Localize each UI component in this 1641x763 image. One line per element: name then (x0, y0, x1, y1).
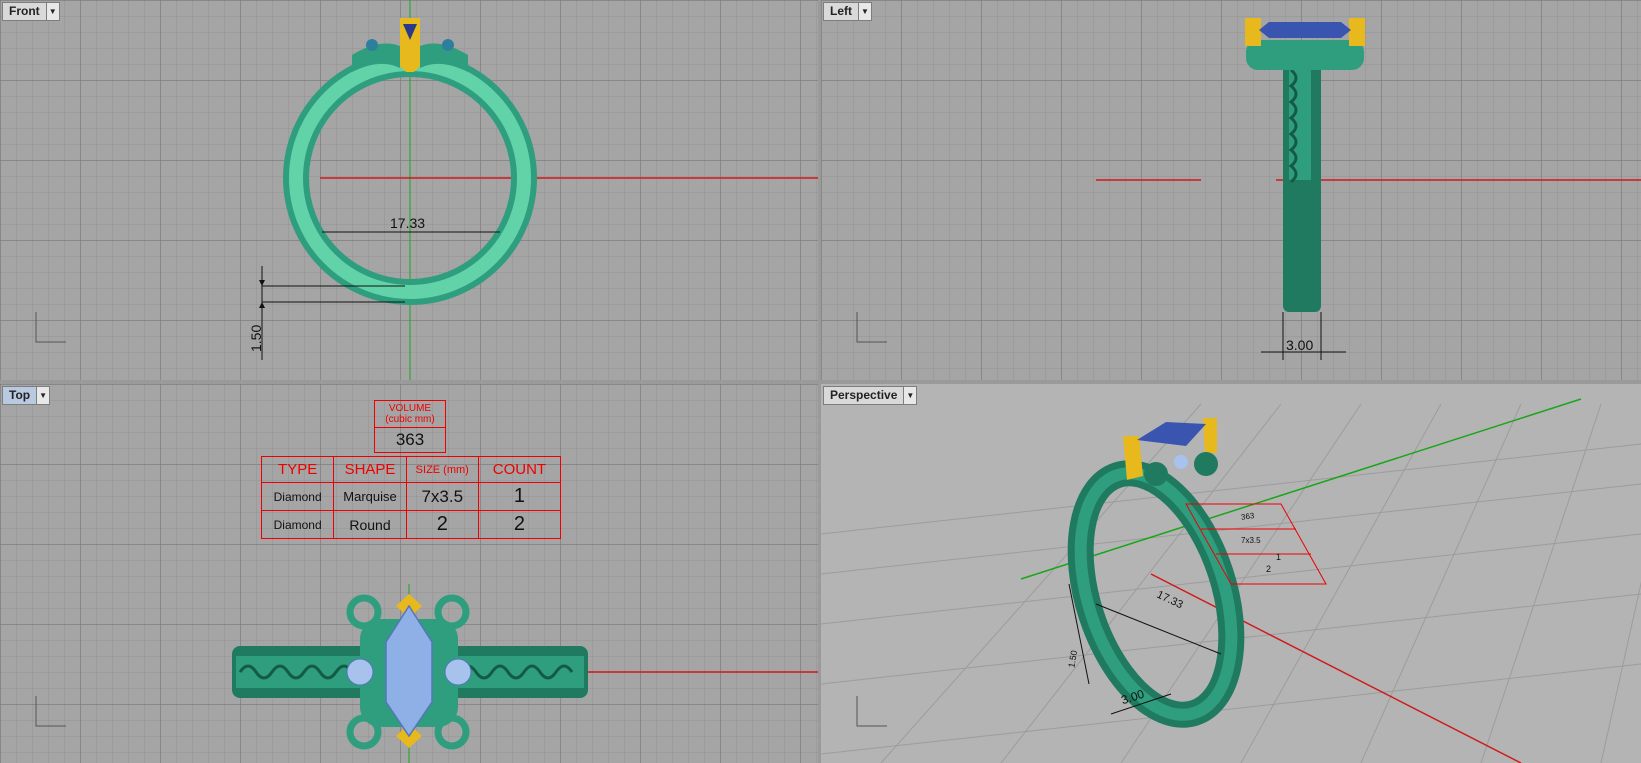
table-row: Diamond Marquise 7x3.5 1 (260, 482, 562, 511)
cell-count: 1 (477, 482, 562, 511)
cplane-axes-icon (856, 312, 887, 343)
viewport-title: Left (830, 4, 852, 18)
round-stone-right (444, 658, 472, 686)
scroll-right (1194, 452, 1218, 476)
header-size: SIZE (mm) (405, 456, 479, 483)
cell-size: 2 (405, 510, 479, 539)
cplane-axes-icon (856, 696, 887, 727)
side-stone-left (366, 39, 378, 51)
marquise-stone (1137, 422, 1206, 446)
header-count: COUNT (477, 456, 562, 483)
header-shape: SHAPE (333, 456, 407, 483)
dim-label-diameter: 17.33 (390, 215, 426, 231)
dim-label-width: 3.00 (1286, 337, 1314, 353)
viewport-top[interactable]: Top ▼ VOLUME (cubic mm) 363 TYPE SHAPE S… (0, 384, 818, 763)
stone-table: TYPE SHAPE SIZE (mm) COUNT Diamond Marqu… (260, 456, 562, 539)
viewport-tab-front[interactable]: Front ▼ (2, 2, 60, 21)
volume-label: VOLUME (388, 403, 432, 414)
viewport-title: Perspective (830, 388, 898, 402)
header-type: TYPE (260, 456, 335, 483)
prong-right (1349, 18, 1365, 46)
echo-count-1: 1 (1276, 552, 1282, 562)
round-stone-left (346, 658, 374, 686)
arrow-icon (259, 302, 265, 308)
scroll-left (1144, 462, 1168, 486)
prong-left (1245, 18, 1261, 46)
echo-volume: 363 (1240, 511, 1255, 522)
echo-count-2: 2 (1266, 564, 1272, 574)
cell-shape: Round (333, 510, 407, 539)
chevron-down-icon[interactable]: ▼ (36, 387, 50, 404)
cplane-axes-icon (35, 696, 66, 727)
chevron-down-icon[interactable]: ▼ (903, 387, 917, 404)
prong-right (1203, 418, 1217, 456)
cell-shape: Marquise (333, 482, 407, 511)
viewport-tab-left[interactable]: Left ▼ (823, 2, 872, 21)
cell-count: 2 (477, 510, 562, 539)
viewport-perspective[interactable]: Perspective ▼ 17.33 1.50 3.00 363 7x3.5 … (821, 384, 1641, 763)
arrow-icon (259, 280, 265, 286)
cell-size: 7x3.5 (405, 482, 479, 511)
x-axis-line (1150, 573, 1522, 763)
marquise-stone (1259, 22, 1351, 38)
ring-head (1246, 40, 1364, 70)
front-ring-drawing (35, 0, 818, 380)
volume-value: 363 (374, 427, 446, 453)
perspective-ring-drawing (821, 398, 1641, 763)
chevron-down-icon[interactable]: ▼ (858, 3, 871, 20)
viewport-title: Top (9, 388, 31, 402)
cplane-axes-icon (35, 312, 66, 343)
volume-unit: (cubic mm) (385, 414, 435, 425)
round-stone (1174, 455, 1188, 469)
echo-size: 7x3.5 (1241, 536, 1261, 545)
table-row: Diamond Round 2 2 (260, 510, 562, 539)
viewport-front[interactable]: Front ▼ 17.33 1.50 (0, 0, 818, 380)
viewport-title: Front (9, 4, 40, 18)
cell-type: Diamond (260, 510, 335, 539)
volume-table: VOLUME (cubic mm) 363 (374, 400, 446, 453)
dim-label-thickness: 1.50 (248, 324, 264, 352)
viewport-left[interactable]: Left ▼ 3.00 (821, 0, 1641, 380)
viewport-tab-perspective[interactable]: Perspective ▼ (823, 386, 918, 405)
cell-type: Diamond (260, 482, 335, 511)
viewport-tab-top[interactable]: Top ▼ (2, 386, 51, 405)
chevron-down-icon[interactable]: ▼ (45, 3, 59, 20)
left-ring-drawing (856, 18, 1641, 360)
side-stone-right (442, 39, 454, 51)
